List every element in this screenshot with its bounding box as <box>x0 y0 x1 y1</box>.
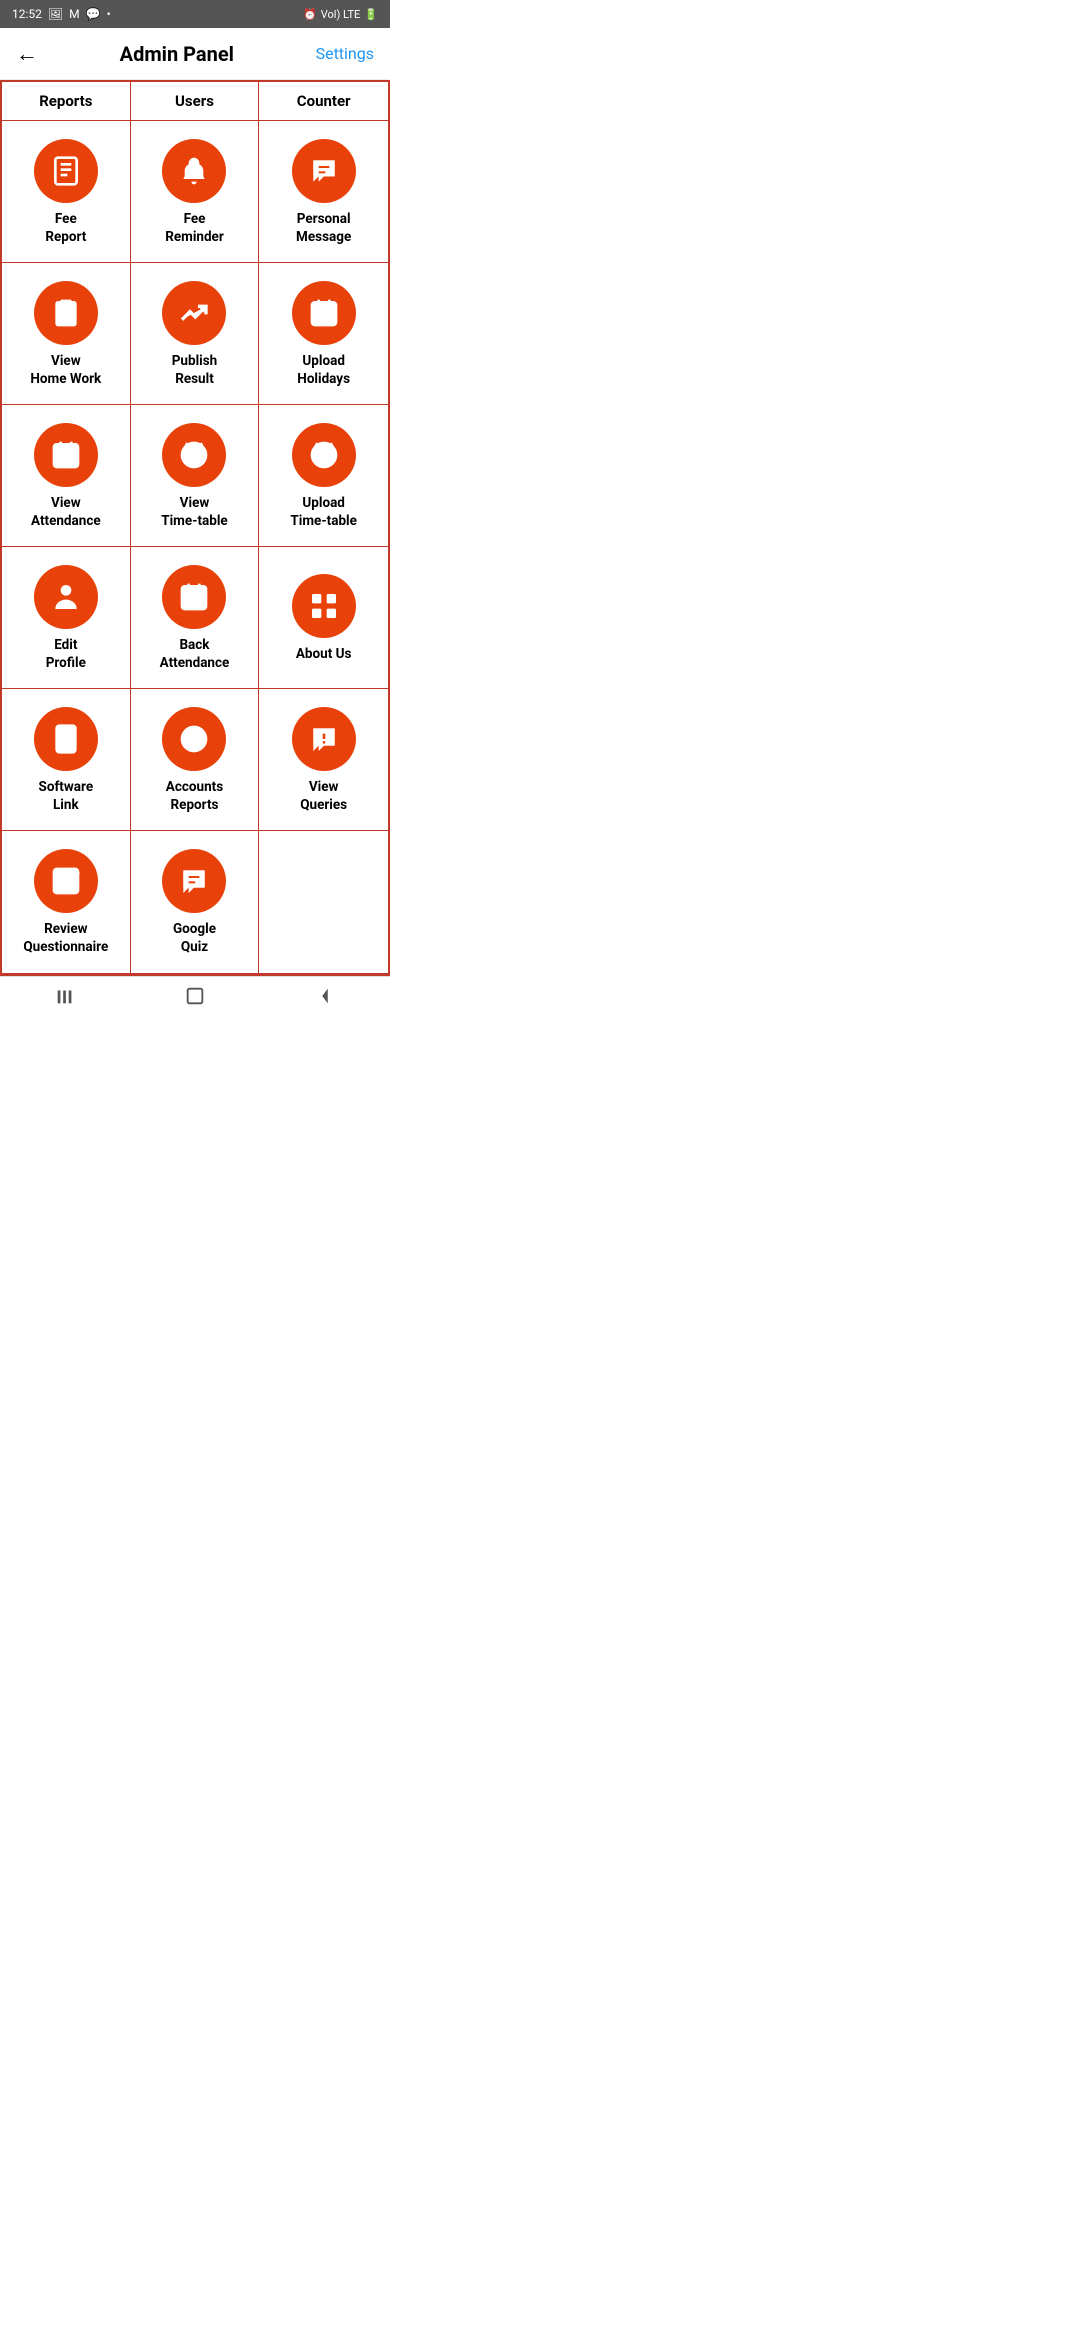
grid-label-view-timetable: View Time-table <box>161 495 228 530</box>
grid-label-about-us: About Us <box>296 646 352 664</box>
grid-label-fee-reminder: Fee Reminder <box>165 211 224 246</box>
nav-menu-icon[interactable] <box>45 981 85 1011</box>
grid-label-edit-profile: Edit Profile <box>46 637 86 672</box>
grid-item-fee-reminder[interactable]: Fee Reminder <box>131 121 260 263</box>
grid-label-google-quiz: Google Quiz <box>173 921 216 956</box>
page-title: Admin Panel <box>120 42 234 66</box>
chat-bubble-icon <box>292 139 356 203</box>
battery-icon: 🔋 <box>364 8 378 21</box>
nav-back-icon[interactable] <box>305 981 345 1011</box>
grid-label-upload-timetable: Upload Time-table <box>290 495 357 530</box>
grid-item-upload-holidays[interactable]: Upload Holidays <box>259 263 388 405</box>
grid-label-fee-report: Fee Report <box>45 211 86 246</box>
grid-label-view-attendance: View Attendance <box>31 495 101 530</box>
nav-home-icon[interactable] <box>175 981 215 1011</box>
column-headers: Reports Users Counter <box>0 80 390 121</box>
bell-icon <box>162 139 226 203</box>
grid-item-google-quiz[interactable]: Google Quiz <box>131 831 260 973</box>
grid-item-accounts-reports[interactable]: Accounts Reports <box>131 689 260 831</box>
gallery-icon: 🖼 <box>48 7 63 21</box>
back-button[interactable]: ← <box>16 41 38 67</box>
grid-item-software-link[interactable]: Software Link <box>2 689 131 831</box>
chat-lines-icon <box>162 849 226 913</box>
mail-icon: M <box>69 7 79 21</box>
grid-item-review-questionnaire[interactable]: Review Questionnaire <box>2 831 131 973</box>
grid-label-personal-message: Personal Message <box>296 211 351 246</box>
settings-button[interactable]: Settings <box>316 44 374 63</box>
grid-item-view-homework[interactable]: View Home Work <box>2 263 131 405</box>
grid-item-view-timetable[interactable]: View Time-table <box>131 405 260 547</box>
status-bar: 12:52 🖼 M 💬 • ⏰ Vol) LTE 🔋 <box>0 0 390 28</box>
calendar-check-icon <box>292 281 356 345</box>
grid-item-fee-report[interactable]: Fee Report <box>2 121 131 263</box>
grid-item-publish-result[interactable]: Publish Result <box>131 263 260 405</box>
grid-label-view-queries: View Queries <box>300 779 347 814</box>
file-text-icon <box>34 707 98 771</box>
alarm-icon: ⏰ <box>303 8 317 21</box>
clock-icon <box>162 423 226 487</box>
grid-icon <box>292 574 356 638</box>
status-right: ⏰ Vol) LTE 🔋 <box>303 8 378 21</box>
grid-label-upload-holidays: Upload Holidays <box>297 353 350 388</box>
col-header-reports: Reports <box>2 82 131 121</box>
calendar-check2-icon <box>34 423 98 487</box>
grid-label-accounts-reports: Accounts Reports <box>166 779 223 814</box>
col-header-counter: Counter <box>259 82 388 121</box>
chat-exclaim-icon <box>292 707 356 771</box>
receipt-icon <box>34 139 98 203</box>
grid-item-upload-timetable[interactable]: Upload Time-table <box>259 405 388 547</box>
grid-label-software-link: Software Link <box>39 779 94 814</box>
admin-grid: Fee Report Fee Reminder Personal Message Vi… <box>0 121 390 976</box>
header: ← Admin Panel Settings <box>0 28 390 80</box>
person-icon <box>34 565 98 629</box>
grid-item-view-attendance[interactable]: View Attendance <box>2 405 131 547</box>
time: 12:52 <box>12 7 42 21</box>
grid-label-back-attendance: Back Attendance <box>160 637 230 672</box>
grid-item-view-queries[interactable]: View Queries <box>259 689 388 831</box>
grid-item-about-us[interactable]: About Us <box>259 547 388 689</box>
grid-item-empty <box>259 831 388 973</box>
grid-label-view-homework: View Home Work <box>30 353 101 388</box>
edit-box-icon <box>34 849 98 913</box>
grid-label-publish-result: Publish Result <box>172 353 218 388</box>
grid-label-review-questionnaire: Review Questionnaire <box>23 921 108 956</box>
calendar-edit-icon <box>162 565 226 629</box>
dollar-icon <box>162 707 226 771</box>
col-header-users: Users <box>131 82 260 121</box>
grid-item-edit-profile[interactable]: Edit Profile <box>2 547 131 689</box>
bottom-nav <box>0 976 390 1020</box>
trending-up-icon <box>162 281 226 345</box>
status-left: 12:52 🖼 M 💬 • <box>12 7 111 21</box>
dot-icon: • <box>107 7 111 21</box>
grid-item-personal-message[interactable]: Personal Message <box>259 121 388 263</box>
message-icon: 💬 <box>86 7 101 21</box>
signal-text: Vol) LTE <box>321 8 361 21</box>
clipboard-icon <box>34 281 98 345</box>
clock2-icon <box>292 423 356 487</box>
grid-item-back-attendance[interactable]: Back Attendance <box>131 547 260 689</box>
